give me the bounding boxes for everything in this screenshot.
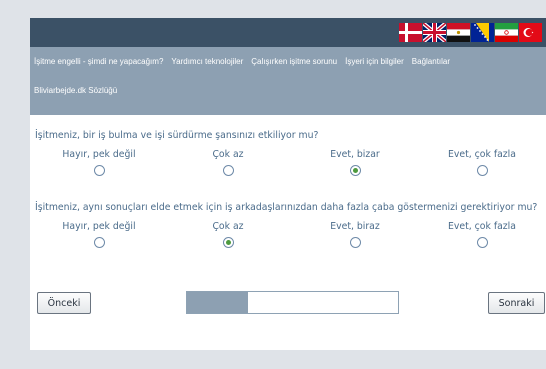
radio-button[interactable] (349, 237, 361, 248)
nav-link-hearing-impaired[interactable]: İşitme engelli - şimdi ne yapacağım? (34, 57, 163, 67)
option-label: Hayır, pek değil (62, 221, 136, 232)
main-navigation: İşitme engelli - şimdi ne yapacağım? Yar… (30, 47, 546, 115)
question-1-options: Hayır, pek değil Çok az Evet, bizar Evet… (30, 149, 546, 181)
survey-panel: İşitme engelli - şimdi ne yapacağım? Yar… (30, 18, 546, 350)
question-2-options: Hayır, pek değil Çok az Evet, biraz Evet… (30, 221, 546, 253)
nav-row: İşitme engelli - şimdi ne yapacağım? Yar… (34, 57, 450, 67)
option-label: Çok az (212, 149, 244, 160)
option-not-really: Hayır, pek değil (44, 221, 154, 248)
radio-button[interactable] (476, 165, 488, 176)
flag-egypt-icon[interactable] (447, 23, 470, 42)
question-1-text: İşitmeniz, bir iş bulma ve işi sürdürme … (35, 130, 319, 141)
radio-button[interactable] (222, 237, 234, 248)
nav-link-workplace-info[interactable]: İşyeri için bilgiler (345, 57, 404, 67)
progress-fill (187, 292, 249, 313)
option-yes-somewhat: Evet, bizar (300, 149, 410, 176)
nav-link-links[interactable]: Bağlantılar (412, 57, 450, 67)
flag-uk-icon[interactable] (423, 23, 446, 42)
nav-link-assistive-technology[interactable]: Yardımcı teknolojiler (171, 57, 243, 67)
progress-bar (186, 291, 399, 314)
option-label: Hayır, pek değil (62, 149, 136, 160)
option-yes-somewhat: Evet, biraz (300, 221, 410, 248)
option-label: Evet, bizar (330, 149, 380, 160)
radio-button[interactable] (476, 237, 488, 248)
nav-link-glossary[interactable]: Bliviarbejde.dk Sözlüğü (34, 86, 117, 96)
question-2-text: İşitmeniz, aynı sonuçları elde etmek içi… (35, 202, 538, 213)
previous-button[interactable]: Önceki (37, 292, 91, 314)
flag-denmark-icon[interactable] (399, 23, 422, 42)
radio-button[interactable] (93, 237, 105, 248)
option-yes-very-much: Evet, çok fazla (427, 221, 537, 248)
option-very-little: Çok az (173, 221, 283, 248)
option-label: Evet, biraz (330, 221, 380, 232)
radio-button[interactable] (93, 165, 105, 176)
language-selector (399, 23, 542, 42)
page-background: İşitme engelli - şimdi ne yapacağım? Yar… (0, 0, 546, 369)
option-label: Çok az (212, 221, 244, 232)
nav-row: Bliviarbejde.dk Sözlüğü (34, 86, 117, 96)
header-bar (30, 18, 546, 47)
option-label: Evet, çok fazla (448, 149, 516, 160)
nav-link-hearing-at-work[interactable]: Çalışırken işitme sorunu (251, 57, 337, 67)
next-button[interactable]: Sonraki (488, 292, 545, 314)
option-yes-very-much: Evet, çok fazla (427, 149, 537, 176)
radio-button[interactable] (222, 165, 234, 176)
option-not-really: Hayır, pek değil (44, 149, 154, 176)
flag-bosnia-icon[interactable] (471, 23, 494, 42)
flag-turkey-icon[interactable] (519, 23, 542, 42)
option-label: Evet, çok fazla (448, 221, 516, 232)
option-very-little: Çok az (173, 149, 283, 176)
flag-iran-icon[interactable] (495, 23, 518, 42)
radio-button[interactable] (349, 165, 361, 176)
